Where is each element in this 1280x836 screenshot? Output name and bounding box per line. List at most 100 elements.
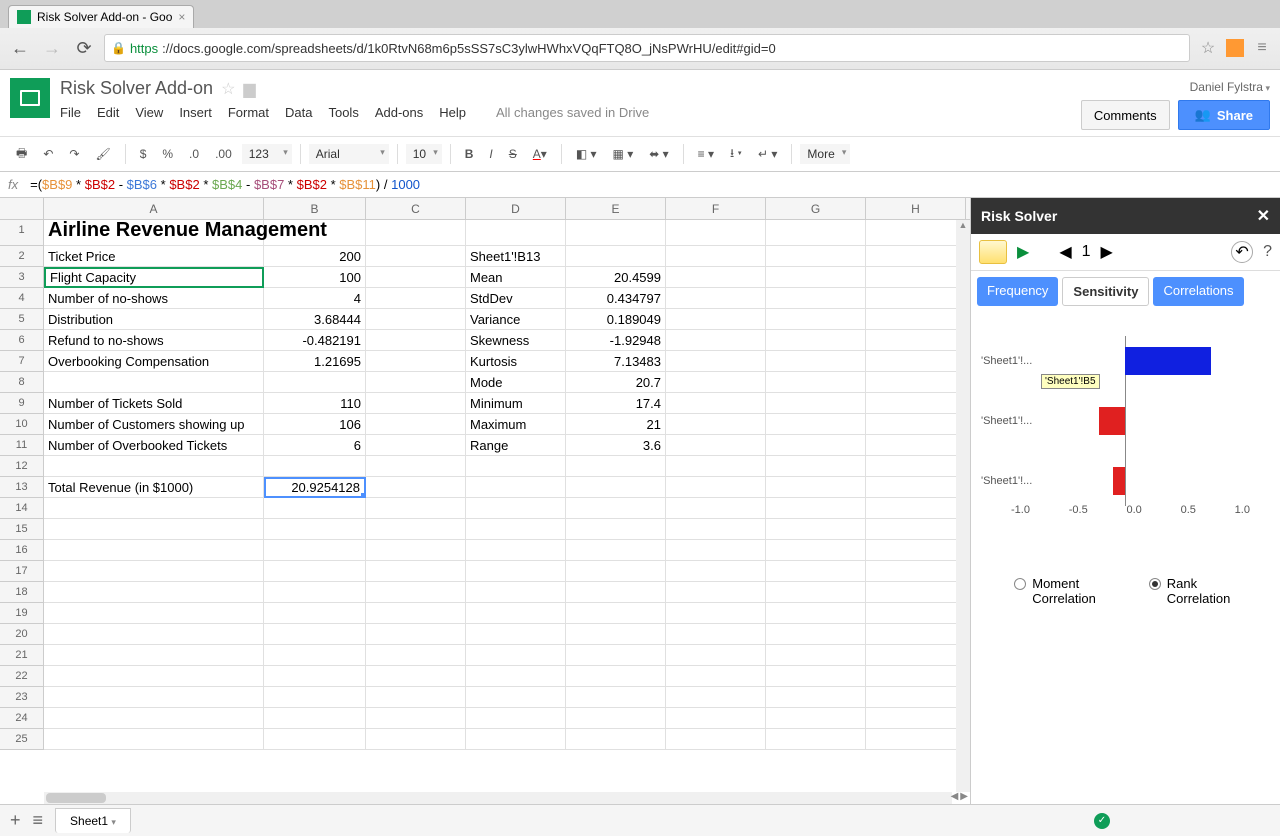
currency-icon[interactable]: $ (134, 143, 153, 165)
cell[interactable] (766, 687, 866, 708)
cell[interactable] (766, 456, 866, 477)
cell[interactable] (44, 687, 264, 708)
cell[interactable] (666, 330, 766, 351)
cell[interactable] (44, 582, 264, 603)
cell[interactable]: Minimum (466, 393, 566, 414)
row-header[interactable]: 8 (0, 372, 44, 393)
cell[interactable] (766, 645, 866, 666)
cell[interactable] (666, 687, 766, 708)
col-header[interactable]: F (666, 198, 766, 219)
scroll-nav[interactable]: ◀▶ (949, 789, 970, 804)
cell[interactable]: 17.4 (566, 393, 666, 414)
cell[interactable]: 3.6 (566, 435, 666, 456)
cell[interactable] (466, 498, 566, 519)
cell[interactable] (366, 666, 466, 687)
cell[interactable]: Number of Tickets Sold (44, 393, 264, 414)
cell[interactable] (666, 456, 766, 477)
cell[interactable] (366, 288, 466, 309)
cell[interactable] (766, 220, 866, 246)
cell[interactable]: 20.9254128 (264, 477, 366, 498)
cell[interactable] (666, 393, 766, 414)
valign-icon[interactable]: ⭳ ▾ (724, 140, 748, 169)
cell[interactable] (44, 519, 264, 540)
cell[interactable]: -1.92948 (566, 330, 666, 351)
cell[interactable] (666, 519, 766, 540)
cell[interactable] (44, 540, 264, 561)
cell[interactable] (44, 729, 264, 750)
cell[interactable]: Kurtosis (466, 351, 566, 372)
cell[interactable] (866, 498, 966, 519)
row-header[interactable]: 20 (0, 624, 44, 645)
cell[interactable] (866, 540, 966, 561)
formula-bar[interactable]: fx =($B$9 * $B$2 - $B$6 * $B$2 * $B$4 - … (0, 172, 1280, 198)
cell[interactable] (866, 729, 966, 750)
cell[interactable] (566, 624, 666, 645)
cell[interactable] (366, 624, 466, 645)
menu-file[interactable]: File (60, 105, 81, 120)
cell[interactable] (566, 519, 666, 540)
cell[interactable] (366, 477, 466, 498)
cell[interactable] (766, 246, 866, 267)
cell[interactable] (866, 708, 966, 729)
tab-close-icon[interactable]: × (178, 10, 185, 24)
row-header[interactable]: 1 (0, 220, 44, 246)
cell[interactable] (566, 561, 666, 582)
menu-data[interactable]: Data (285, 105, 312, 120)
cell[interactable] (866, 351, 966, 372)
cell[interactable] (766, 624, 866, 645)
undo-icon[interactable]: ↶ (37, 143, 59, 165)
cell[interactable] (866, 220, 966, 246)
cell[interactable] (866, 330, 966, 351)
cell[interactable] (44, 708, 264, 729)
cell[interactable] (466, 561, 566, 582)
fill-color-icon[interactable]: ◧ ▾ (570, 143, 603, 165)
cell[interactable] (866, 624, 966, 645)
row-header[interactable]: 18 (0, 582, 44, 603)
cell[interactable] (44, 561, 264, 582)
menu-insert[interactable]: Insert (179, 105, 212, 120)
row-header[interactable]: 4 (0, 288, 44, 309)
row-header[interactable]: 24 (0, 708, 44, 729)
cell[interactable]: Airline Revenue Management (44, 220, 264, 246)
cell[interactable] (666, 246, 766, 267)
cell[interactable] (866, 687, 966, 708)
back-circle-icon[interactable]: ↶ (1231, 241, 1253, 263)
cell[interactable] (264, 687, 366, 708)
cell[interactable] (264, 372, 366, 393)
cell[interactable] (666, 498, 766, 519)
cell[interactable] (366, 220, 466, 246)
cell[interactable] (466, 456, 566, 477)
cell[interactable] (466, 519, 566, 540)
cell[interactable] (766, 582, 866, 603)
cell[interactable] (366, 729, 466, 750)
all-sheets-icon[interactable]: ≡ (33, 810, 44, 831)
extension-icon[interactable] (1226, 39, 1244, 57)
cell[interactable] (366, 582, 466, 603)
cell[interactable] (866, 582, 966, 603)
cell[interactable] (264, 561, 366, 582)
cell[interactable]: Flight Capacity (44, 267, 264, 288)
cell[interactable]: Mean (466, 267, 566, 288)
row-header[interactable]: 10 (0, 414, 44, 435)
col-header[interactable]: A (44, 198, 264, 219)
cell[interactable] (466, 477, 566, 498)
cell[interactable] (666, 561, 766, 582)
col-header[interactable]: C (366, 198, 466, 219)
panel-close-icon[interactable]: ✕ (1257, 206, 1270, 226)
redo-icon[interactable]: ↷ (63, 143, 85, 165)
cell[interactable] (264, 498, 366, 519)
cell[interactable] (44, 603, 264, 624)
cell[interactable] (466, 582, 566, 603)
cell[interactable] (366, 561, 466, 582)
cell[interactable]: 20.7 (566, 372, 666, 393)
cell[interactable]: Variance (466, 309, 566, 330)
font-select[interactable]: Arial (309, 144, 389, 164)
cell[interactable] (566, 645, 666, 666)
row-header[interactable]: 14 (0, 498, 44, 519)
cell[interactable] (366, 351, 466, 372)
cell[interactable] (466, 708, 566, 729)
cell[interactable] (866, 456, 966, 477)
cell[interactable] (666, 603, 766, 624)
tab-sensitivity[interactable]: Sensitivity (1062, 277, 1149, 306)
cell[interactable] (766, 309, 866, 330)
